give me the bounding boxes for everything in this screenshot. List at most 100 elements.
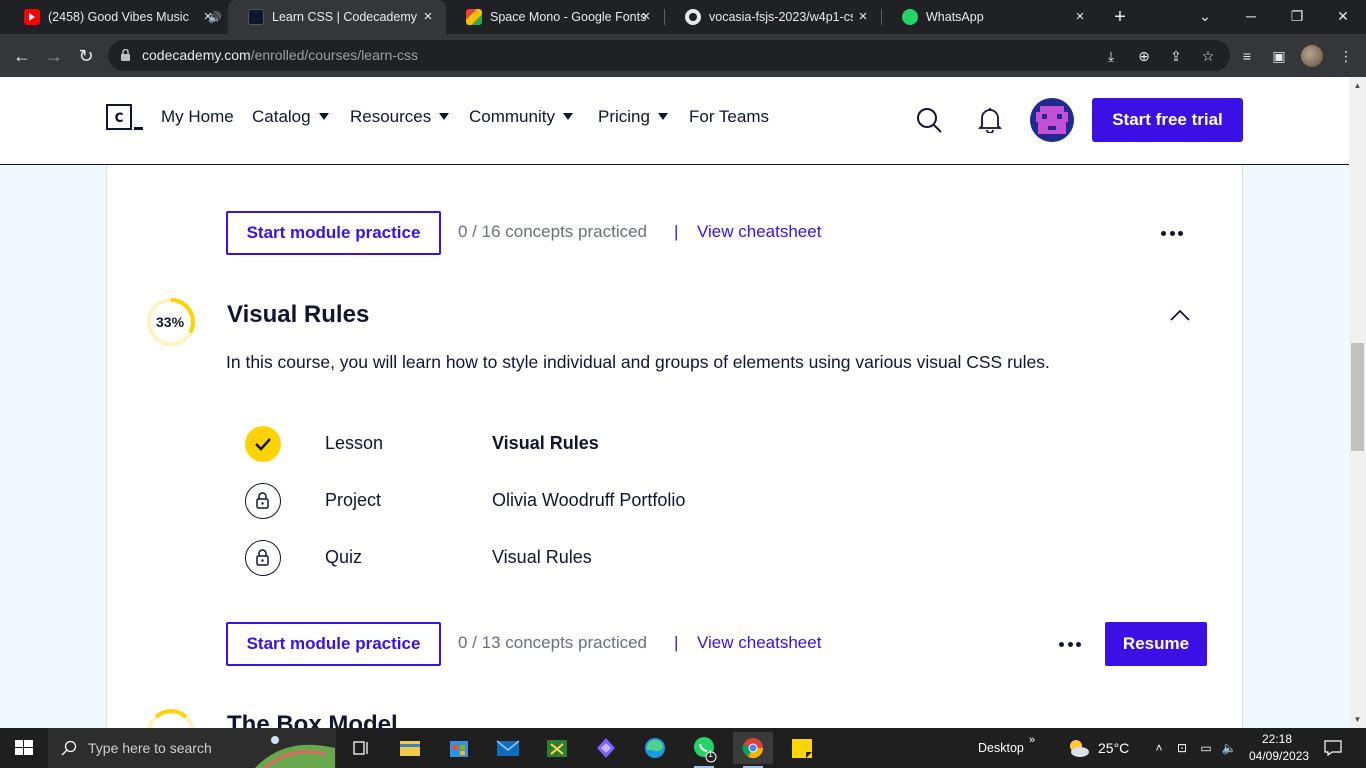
close-tab-icon[interactable]: ×	[1072, 9, 1088, 25]
resume-button[interactable]: Resume	[1105, 622, 1207, 666]
lock-icon	[121, 49, 130, 61]
completed-check-icon	[245, 426, 281, 462]
snipping-tool-icon[interactable]	[537, 732, 577, 764]
scroll-up-arrow[interactable]: ▲	[1349, 77, 1366, 94]
divider: |	[674, 222, 679, 241]
file-explorer-icon[interactable]	[390, 732, 430, 764]
show-hidden-icons-chevron-icon[interactable]: ˄	[1150, 739, 1168, 757]
tab-title: (2458) Good Vibes Music	[48, 10, 189, 24]
nav-resources[interactable]: Resources	[350, 107, 450, 127]
start-module-practice-button[interactable]: Start module practice	[226, 622, 441, 666]
module-description: In this course, you will learn how to st…	[226, 352, 1050, 372]
tab-youtube[interactable]: (2458) Good Vibes Music 🔊 ×	[4, 0, 226, 34]
battery-icon[interactable]: ▭	[1197, 739, 1215, 757]
view-cheatsheet-link[interactable]: View cheatsheet	[697, 222, 821, 242]
logo-cursor	[134, 127, 143, 130]
nav-catalog[interactable]: Catalog	[252, 107, 329, 127]
scroll-down-arrow[interactable]: ▼	[1349, 711, 1366, 728]
nav-pricing[interactable]: Pricing	[598, 107, 668, 127]
chevron-up-icon[interactable]	[1170, 309, 1190, 321]
progress-percent: 33%	[156, 314, 185, 330]
system-clock[interactable]: 22:18 04/09/2023	[1249, 731, 1310, 765]
close-tab-icon[interactable]: ×	[638, 9, 654, 25]
whatsapp-taskbar-icon[interactable]: 1	[684, 732, 724, 768]
share-icon[interactable]: ⇪	[1166, 46, 1186, 66]
project-link[interactable]: Olivia Woodruff Portfolio	[492, 490, 685, 511]
tab-search-icon[interactable]: ⌄	[1182, 0, 1228, 34]
nav-my-home[interactable]: My Home	[161, 107, 234, 127]
profile-avatar[interactable]	[1301, 45, 1323, 67]
browser-toolbar: ← → ↻ codecademy.com/enrolled/courses/le…	[0, 34, 1366, 77]
caret-down-icon	[439, 113, 450, 120]
desktop-toolbar-label[interactable]: Desktop	[978, 728, 1024, 768]
next-module-title: The Box Model	[227, 711, 398, 728]
search-icon[interactable]	[916, 107, 942, 133]
google-fonts-icon	[466, 9, 482, 25]
tab-whatsapp[interactable]: WhatsApp ×	[882, 0, 1098, 34]
codecademy-logo[interactable]: c	[106, 104, 132, 130]
lock-icon	[245, 483, 281, 519]
module-title: Visual Rules	[227, 301, 370, 328]
microsoft-store-icon[interactable]	[439, 732, 479, 764]
chrome-taskbar-icon[interactable]	[733, 732, 773, 768]
more-options-icon[interactable]	[1059, 639, 1081, 649]
next-module-progress-ring	[147, 709, 195, 728]
side-panel-icon[interactable]: ▣	[1269, 46, 1289, 66]
bookmark-star-icon[interactable]: ☆	[1198, 46, 1218, 66]
back-button[interactable]: ←	[8, 42, 36, 70]
tab-title: vocasia-fsjs-2023/w4p1-css_c	[709, 10, 853, 24]
restore-button[interactable]: ❐	[1274, 0, 1320, 34]
course-syllabus: Start module practice 0 / 16 concepts pr…	[106, 165, 1243, 728]
toolbar-expand-icon[interactable]: »	[1029, 720, 1035, 760]
search-placeholder: Type here to search	[88, 740, 212, 756]
address-bar[interactable]: codecademy.com/enrolled/courses/learn-cs…	[108, 40, 1230, 71]
mail-icon[interactable]	[488, 732, 528, 764]
minimize-button[interactable]: ─	[1228, 0, 1274, 34]
start-module-practice-button[interactable]: Start module practice	[226, 211, 441, 255]
search-highlight-illustration	[255, 736, 335, 768]
nav-community[interactable]: Community	[469, 107, 573, 127]
nav-for-teams[interactable]: For Teams	[689, 107, 769, 127]
zoom-icon[interactable]: ⊕	[1134, 46, 1154, 66]
page-scrollbar-thumb[interactable]	[1351, 343, 1364, 451]
close-tab-icon[interactable]: ×	[420, 9, 436, 25]
divider: |	[674, 633, 679, 652]
bell-icon[interactable]	[978, 107, 1002, 133]
taskbar-search[interactable]: Type here to search	[48, 728, 336, 768]
volume-icon[interactable]: 🔈	[1220, 739, 1238, 757]
close-tab-icon[interactable]: ×	[855, 9, 871, 25]
user-avatar[interactable]	[1030, 98, 1074, 142]
meet-now-icon[interactable]: ⊡	[1173, 739, 1191, 757]
windows-start-icon[interactable]	[0, 728, 48, 768]
more-options-icon[interactable]	[1161, 228, 1183, 238]
forward-button[interactable]: →	[40, 42, 68, 70]
media-control-icon[interactable]: ≡	[1237, 46, 1257, 66]
lesson-link[interactable]: Visual Rules	[492, 433, 599, 454]
browser-tab-strip: (2458) Good Vibes Music 🔊 × Learn CSS | …	[0, 0, 1366, 34]
clock-date: 04/09/2023	[1249, 749, 1310, 763]
notifications-icon[interactable]	[1323, 739, 1343, 757]
search-icon	[61, 740, 77, 756]
pixel-avatar-icon	[1036, 106, 1068, 134]
copilot-icon[interactable]	[586, 732, 626, 764]
quiz-link[interactable]: Visual Rules	[492, 547, 592, 568]
tab-github[interactable]: vocasia-fsjs-2023/w4p1-css_c ×	[665, 0, 881, 34]
browser-menu-icon[interactable]: ⋮	[1336, 46, 1356, 66]
close-window-button[interactable]: ✕	[1320, 0, 1366, 34]
weather-temperature[interactable]: 25°C	[1098, 728, 1129, 768]
task-view-icon[interactable]	[341, 732, 381, 764]
start-free-trial-button[interactable]: Start free trial	[1092, 98, 1243, 142]
new-tab-button[interactable]: +	[1108, 5, 1132, 29]
close-tab-icon[interactable]: ×	[200, 9, 216, 25]
view-cheatsheet-link[interactable]: View cheatsheet	[697, 633, 821, 653]
reload-button[interactable]: ↻	[72, 42, 100, 70]
tab-codecademy[interactable]: Learn CSS | Codecademy ×	[228, 0, 446, 34]
weather-icon[interactable]	[1065, 737, 1091, 759]
clock-time: 22:18	[1261, 732, 1293, 746]
item-type: Project	[325, 490, 382, 510]
youtube-icon	[24, 9, 40, 25]
edge-icon[interactable]	[635, 732, 675, 764]
tab-google-fonts[interactable]: Space Mono - Google Fonts ×	[446, 0, 664, 34]
sticky-notes-icon[interactable]	[782, 732, 822, 764]
install-app-icon[interactable]: ⤓	[1101, 46, 1121, 66]
